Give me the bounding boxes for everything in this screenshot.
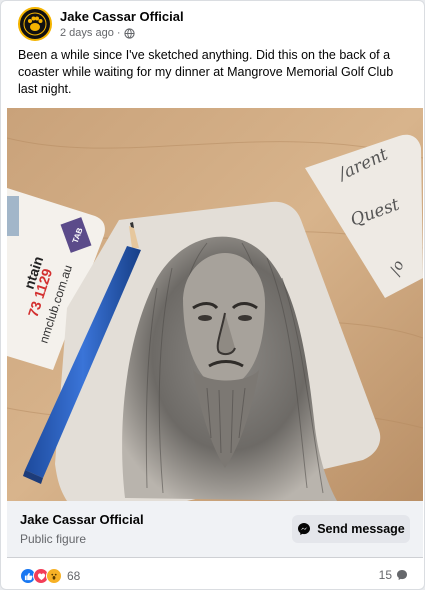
post-author[interactable]: Jake Cassar Official <box>60 9 184 24</box>
meta-separator: · <box>116 27 121 39</box>
comment-icon <box>397 570 407 580</box>
post-timestamp[interactable]: 2 days ago <box>60 27 114 39</box>
post-header: Jake Cassar Official 2 days ago · <box>18 7 408 43</box>
messenger-icon <box>298 523 311 535</box>
page-category: Public figure <box>20 532 87 546</box>
reaction-summary[interactable]: 68 <box>20 567 80 585</box>
page-name[interactable]: Jake Cassar Official <box>20 512 144 527</box>
avatar[interactable] <box>18 7 52 41</box>
post-meta: 2 days ago · <box>60 27 135 39</box>
page-card: Jake Cassar Official Public figure Send … <box>7 501 423 558</box>
wow-icon <box>46 568 62 584</box>
send-message-button[interactable]: Send message <box>292 515 410 543</box>
globe-icon <box>123 27 135 39</box>
send-message-label: Send message <box>317 522 405 536</box>
comment-summary[interactable]: 15 <box>379 568 408 582</box>
reaction-count: 68 <box>67 569 81 583</box>
post-photo[interactable]: /arent Quest /o ntain 73 1129 nmclub.com… <box>7 108 423 501</box>
post-text: Been a while since I've sketched anythin… <box>18 48 394 96</box>
comment-count: 15 <box>378 568 392 582</box>
sketch-photo: /arent Quest /o ntain 73 1129 nmclub.com… <box>7 108 423 501</box>
post-card: Jake Cassar Official 2 days ago · Been a… <box>0 0 425 590</box>
paw-logo-icon <box>22 11 48 37</box>
